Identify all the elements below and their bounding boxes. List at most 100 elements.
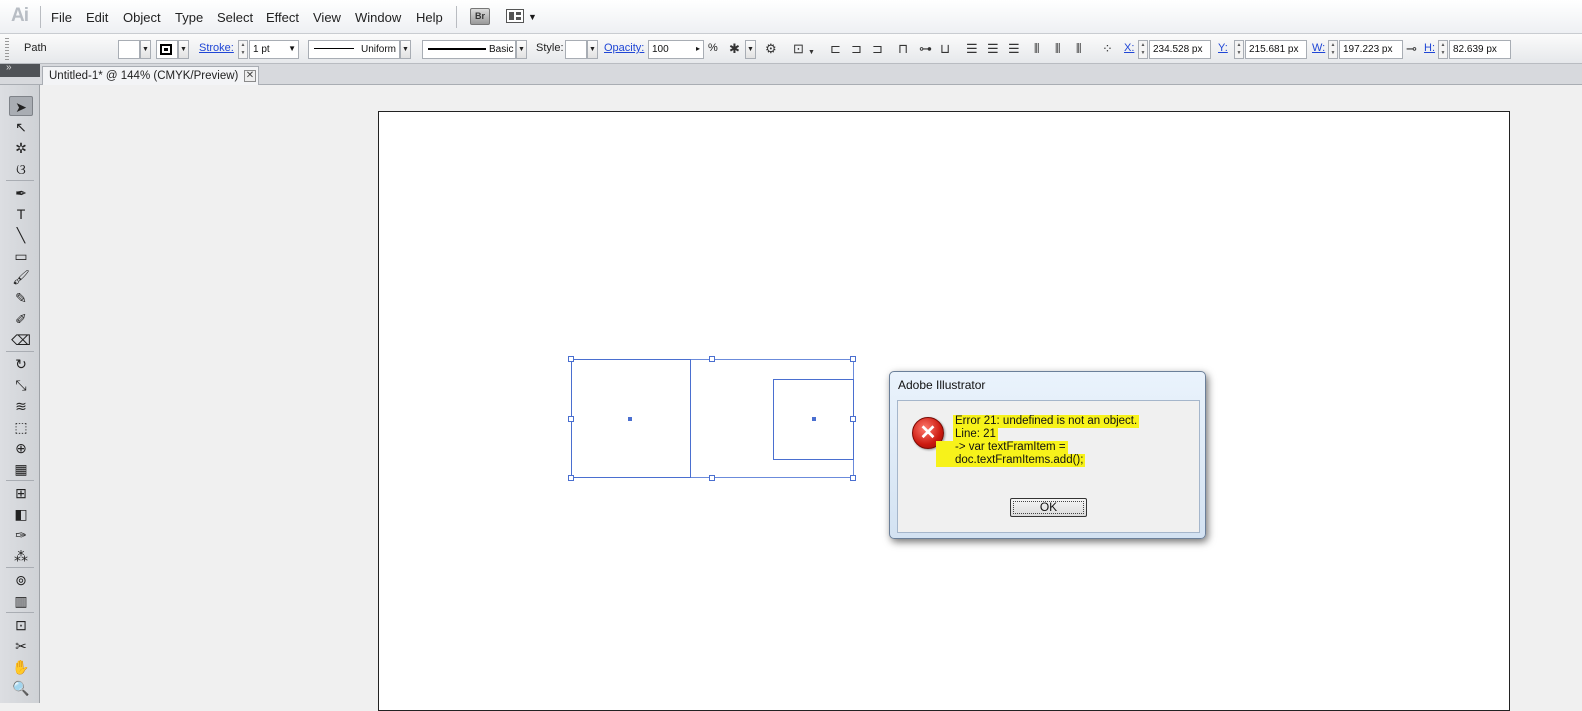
menu-help[interactable]: Help bbox=[416, 10, 443, 25]
chevron-down-icon[interactable]: ▼ bbox=[528, 12, 537, 22]
gradient-tool[interactable]: ◧ bbox=[9, 504, 33, 524]
w-stepper[interactable]: ▲ ▼ bbox=[1328, 40, 1338, 59]
opacity-field[interactable]: 100 ▸ bbox=[648, 40, 704, 59]
menu-window[interactable]: Window bbox=[355, 10, 401, 25]
perspective-grid-tool[interactable]: ▦ bbox=[9, 459, 33, 479]
menu-file[interactable]: File bbox=[51, 10, 72, 25]
resize-handle[interactable] bbox=[568, 475, 574, 481]
lasso-tool[interactable]: ଓ bbox=[9, 159, 33, 179]
eraser-tool[interactable]: ⌫ bbox=[9, 330, 33, 350]
arrange-documents-icon[interactable] bbox=[506, 9, 524, 23]
align-bottom-icon[interactable]: ⊔ bbox=[940, 42, 950, 56]
y-stepper[interactable]: ▲ ▼ bbox=[1234, 40, 1244, 59]
toolbox-header[interactable]: » bbox=[0, 62, 40, 77]
menu-view[interactable]: View bbox=[313, 10, 341, 25]
pen-tool[interactable]: ✒ bbox=[9, 183, 33, 203]
stroke-link[interactable]: Stroke: bbox=[199, 42, 234, 54]
magic-wand-tool[interactable]: ✲ bbox=[9, 138, 33, 158]
chevron-down-icon[interactable]: ▼ bbox=[808, 46, 815, 60]
recolor-dropdown[interactable]: ▼ bbox=[745, 40, 756, 59]
symbol-sprayer-tool[interactable]: ⊚ bbox=[9, 570, 33, 590]
align-middle-icon[interactable]: ⊶ bbox=[919, 42, 932, 56]
w-link[interactable]: W: bbox=[1312, 42, 1325, 54]
bridge-button[interactable]: Br bbox=[470, 8, 490, 25]
blend-tool[interactable]: ⁂ bbox=[9, 546, 33, 566]
selection-tool[interactable]: ➤ bbox=[9, 96, 33, 116]
distribute-hcenter-icon[interactable]: ⫴ bbox=[1055, 42, 1060, 56]
y-link[interactable]: Y: bbox=[1218, 42, 1228, 54]
fill-dropdown[interactable]: ▼ bbox=[140, 40, 151, 59]
resize-handle[interactable] bbox=[850, 475, 856, 481]
gear-icon[interactable]: ⚙ bbox=[765, 42, 777, 56]
direct-selection-tool[interactable]: ↖ bbox=[9, 117, 33, 137]
recolor-artwork-icon[interactable]: ✱ bbox=[729, 42, 740, 56]
resize-handle[interactable] bbox=[709, 356, 715, 362]
expand-icon[interactable]: » bbox=[6, 62, 12, 73]
stroke-weight-field[interactable]: 1 pt ▼ bbox=[249, 40, 299, 59]
artboard-tool[interactable]: ⊡ bbox=[9, 615, 33, 635]
distribute-center-icon[interactable]: ☰ bbox=[987, 42, 999, 56]
hand-tool[interactable]: ✋ bbox=[9, 657, 33, 677]
style-swatch[interactable] bbox=[565, 40, 587, 59]
close-icon[interactable]: ✕ bbox=[244, 70, 256, 82]
brush-dropdown[interactable]: ▼ bbox=[516, 40, 527, 59]
type-tool[interactable]: T bbox=[9, 204, 33, 224]
transform-reference-icon[interactable]: ⁘ bbox=[1102, 42, 1113, 56]
pencil-tool[interactable]: ✎ bbox=[9, 288, 33, 308]
align-left-icon[interactable]: ⊏ bbox=[830, 42, 841, 56]
distribute-left-icon[interactable]: ⫴ bbox=[1034, 42, 1039, 56]
menu-type[interactable]: Type bbox=[175, 10, 203, 25]
mesh-tool[interactable]: ⊞ bbox=[9, 483, 33, 503]
scale-tool[interactable]: ⤡ bbox=[9, 375, 33, 395]
warp-tool[interactable]: ≋ bbox=[9, 396, 33, 416]
distribute-right-icon[interactable]: ⫴ bbox=[1076, 42, 1081, 56]
blob-brush-tool[interactable]: ✐ bbox=[9, 309, 33, 329]
constrain-proportions-icon[interactable]: ⊸ bbox=[1406, 42, 1417, 56]
eyedropper-tool[interactable]: ✑ bbox=[9, 525, 33, 545]
slice-tool[interactable]: ✂ bbox=[9, 636, 33, 656]
resize-handle[interactable] bbox=[709, 475, 715, 481]
resize-handle[interactable] bbox=[850, 416, 856, 422]
brush-definition[interactable]: Basic bbox=[422, 40, 516, 59]
h-field[interactable]: 82.639 px bbox=[1449, 40, 1511, 59]
x-stepper[interactable]: ▲ ▼ bbox=[1138, 40, 1148, 59]
column-graph-tool[interactable]: ▥ bbox=[9, 591, 33, 611]
distribute-bottom-icon[interactable]: ☰ bbox=[1008, 42, 1020, 56]
variable-width-profile[interactable]: Uniform bbox=[308, 40, 400, 59]
resize-handle[interactable] bbox=[568, 356, 574, 362]
shape-builder-tool[interactable]: ⊕ bbox=[9, 438, 33, 458]
distribute-top-icon[interactable]: ☰ bbox=[966, 42, 978, 56]
free-transform-tool[interactable]: ⬚ bbox=[9, 417, 33, 437]
ok-button[interactable]: OK bbox=[1010, 498, 1087, 517]
stroke-swatch[interactable] bbox=[156, 40, 178, 59]
x-link[interactable]: X: bbox=[1124, 42, 1134, 54]
w-field[interactable]: 197.223 px bbox=[1339, 40, 1403, 59]
h-stepper[interactable]: ▲ ▼ bbox=[1438, 40, 1448, 59]
resize-handle[interactable] bbox=[568, 416, 574, 422]
menu-edit[interactable]: Edit bbox=[86, 10, 108, 25]
profile-dropdown[interactable]: ▼ bbox=[400, 40, 411, 59]
line-tool[interactable]: ╲ bbox=[9, 225, 33, 245]
x-field[interactable]: 234.528 px bbox=[1149, 40, 1211, 59]
y-field[interactable]: 215.681 px bbox=[1245, 40, 1307, 59]
style-dropdown[interactable]: ▼ bbox=[587, 40, 598, 59]
rectangle-tool[interactable]: ▭ bbox=[9, 246, 33, 266]
paintbrush-tool[interactable]: 🖌 bbox=[9, 267, 33, 287]
document-tab[interactable]: Untitled-1* @ 144% (CMYK/Preview) ✕ bbox=[42, 66, 259, 85]
panel-grip[interactable] bbox=[5, 38, 9, 60]
stroke-stepper[interactable]: ▲ ▼ bbox=[238, 40, 248, 59]
zoom-tool[interactable]: 🔍 bbox=[9, 678, 33, 698]
resize-handle[interactable] bbox=[850, 356, 856, 362]
menu-effect[interactable]: Effect bbox=[266, 10, 299, 25]
align-right-icon[interactable]: ⊐ bbox=[872, 42, 883, 56]
stroke-dropdown[interactable]: ▼ bbox=[178, 40, 189, 59]
menu-select[interactable]: Select bbox=[217, 10, 253, 25]
opacity-link[interactable]: Opacity: bbox=[604, 42, 644, 54]
align-to-icon[interactable]: ⊡ bbox=[793, 42, 804, 56]
fill-swatch[interactable] bbox=[118, 40, 140, 59]
menu-object[interactable]: Object bbox=[123, 10, 161, 25]
rotate-tool[interactable]: ↻ bbox=[9, 354, 33, 374]
align-top-icon[interactable]: ⊓ bbox=[898, 42, 908, 56]
align-center-icon[interactable]: ⊐ bbox=[851, 42, 862, 56]
h-link[interactable]: H: bbox=[1424, 42, 1435, 54]
